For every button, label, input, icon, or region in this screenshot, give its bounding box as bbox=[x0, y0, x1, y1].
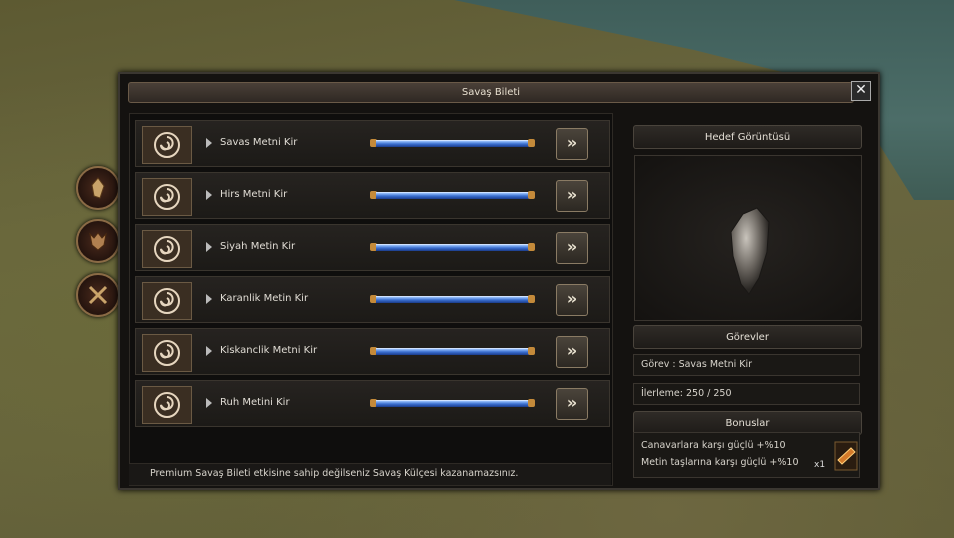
go-button[interactable]: » bbox=[556, 336, 588, 368]
demon-icon bbox=[89, 232, 107, 251]
mission-progress-bar bbox=[370, 399, 535, 407]
preview-header: Hedef Görüntüsü bbox=[633, 125, 862, 149]
battle-pass-window: Savaş Bileti ✕ Savas Metni Kir » Hirs Me… bbox=[118, 72, 880, 490]
mission-list: Savas Metni Kir » Hirs Metni Kir » Siyah… bbox=[129, 113, 613, 486]
reward-quantity: x1 bbox=[814, 460, 826, 470]
bonus-line: Canavarlara karşı güçlü +%10 bbox=[641, 440, 786, 451]
mission-spiral-icon bbox=[142, 126, 192, 164]
go-button[interactable]: » bbox=[556, 180, 588, 212]
mission-spiral-icon bbox=[142, 282, 192, 320]
target-preview bbox=[634, 155, 862, 321]
mission-label: Hirs Metni Kir bbox=[220, 189, 288, 200]
mission-spiral-icon bbox=[142, 386, 192, 424]
mission-progress-bar bbox=[370, 295, 535, 303]
go-button[interactable]: » bbox=[556, 232, 588, 264]
mission-row: Hirs Metni Kir » bbox=[135, 172, 610, 219]
mission-row: Kiskanclik Metni Kir » bbox=[135, 328, 610, 375]
bonus-line: Metin taşlarına karşı güçlü +%10 bbox=[641, 457, 799, 468]
expand-arrow-icon[interactable] bbox=[206, 398, 212, 408]
mission-progress-bar bbox=[370, 139, 535, 147]
mission-label: Karanlik Metin Kir bbox=[220, 293, 309, 304]
notice-bar: Premium Savaş Bileti etkisine sahip deği… bbox=[129, 463, 611, 485]
expand-arrow-icon[interactable] bbox=[206, 242, 212, 252]
mission-row: Siyah Metin Kir » bbox=[135, 224, 610, 271]
crossed-swords-icon bbox=[88, 285, 108, 305]
mission-spiral-icon bbox=[142, 334, 192, 372]
side-button-crystal[interactable] bbox=[76, 166, 120, 210]
progress-field: İlerleme: 250 / 250 bbox=[633, 383, 860, 405]
expand-arrow-icon[interactable] bbox=[206, 190, 212, 200]
task-field: Görev : Savas Metni Kir bbox=[633, 354, 860, 376]
mission-row: Karanlik Metin Kir » bbox=[135, 276, 610, 323]
mission-progress-bar bbox=[370, 191, 535, 199]
detail-pane: Hedef Görüntüsü Görevler Görev : Savas M… bbox=[623, 119, 871, 484]
mission-label: Kiskanclik Metni Kir bbox=[220, 345, 318, 356]
go-button[interactable]: » bbox=[556, 388, 588, 420]
side-button-demon[interactable] bbox=[76, 219, 120, 263]
bonus-box: Canavarlara karşı güçlü +%10 Metin taşla… bbox=[633, 432, 860, 478]
expand-arrow-icon[interactable] bbox=[206, 346, 212, 356]
mission-row: Savas Metni Kir » bbox=[135, 120, 610, 167]
mission-progress-bar bbox=[370, 243, 535, 251]
war-ingot-icon[interactable] bbox=[833, 440, 859, 472]
expand-arrow-icon[interactable] bbox=[206, 294, 212, 304]
expand-arrow-icon[interactable] bbox=[206, 138, 212, 148]
go-button[interactable]: » bbox=[556, 128, 588, 160]
mission-spiral-icon bbox=[142, 230, 192, 268]
side-button-battle[interactable] bbox=[76, 273, 120, 317]
mission-label: Savas Metni Kir bbox=[220, 137, 298, 148]
close-button[interactable]: ✕ bbox=[851, 81, 871, 101]
metin-stone-icon bbox=[730, 207, 770, 295]
mission-spiral-icon bbox=[142, 178, 192, 216]
mission-label: Siyah Metin Kir bbox=[220, 241, 296, 252]
go-button[interactable]: » bbox=[556, 284, 588, 316]
mission-row: Ruh Metini Kir » bbox=[135, 380, 610, 427]
notice-text: Premium Savaş Bileti etkisine sahip deği… bbox=[150, 468, 519, 479]
mission-progress-bar bbox=[370, 347, 535, 355]
crystal-icon bbox=[91, 177, 105, 199]
window-title[interactable]: Savaş Bileti bbox=[128, 82, 854, 103]
mission-label: Ruh Metini Kir bbox=[220, 397, 290, 408]
tasks-header: Görevler bbox=[633, 325, 862, 349]
